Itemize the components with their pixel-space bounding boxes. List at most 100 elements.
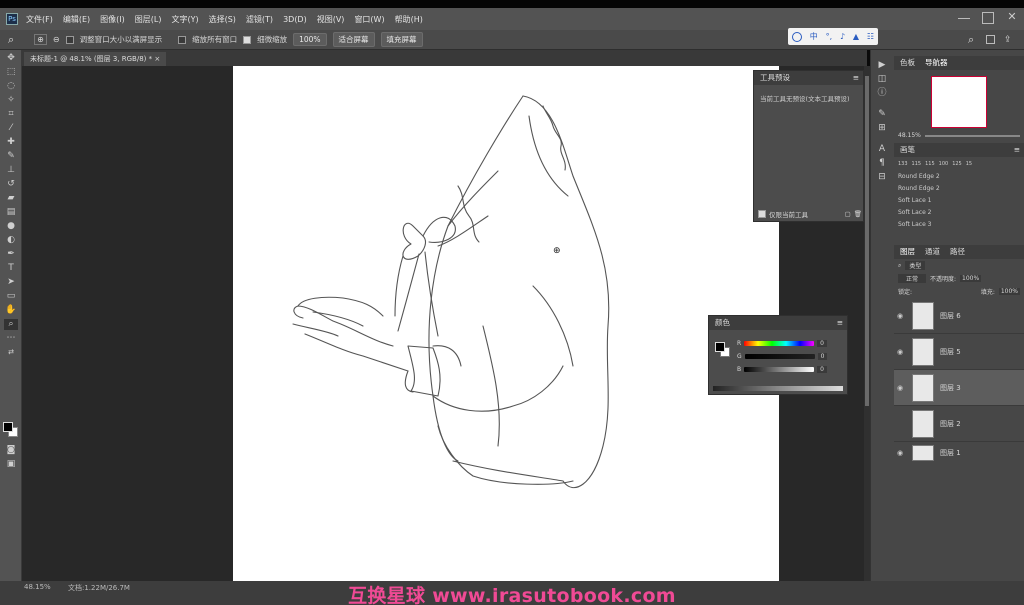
fill-screen-button[interactable]: 填充屏幕 bbox=[380, 32, 423, 47]
fg-color-swatch[interactable] bbox=[715, 342, 725, 352]
g-value[interactable]: 0 bbox=[817, 353, 828, 360]
brush-size-2[interactable]: 115 bbox=[912, 161, 922, 167]
ime-voice-icon[interactable]: ♪ bbox=[840, 32, 845, 41]
path-select-icon[interactable]: ➤ bbox=[4, 277, 18, 288]
menu-window[interactable]: 窗口(W) bbox=[354, 14, 384, 25]
zoom-100-button[interactable]: 100% bbox=[293, 33, 327, 46]
fill-value[interactable]: 100% bbox=[998, 288, 1020, 295]
more-tools-icon[interactable]: ⋯ bbox=[4, 333, 18, 344]
move-tool-icon[interactable]: ✥ bbox=[4, 53, 18, 64]
brush-size-1[interactable]: 133 bbox=[898, 161, 908, 167]
brush-size-4[interactable]: 100 bbox=[939, 161, 949, 167]
history-brush-icon[interactable]: ↺ bbox=[4, 179, 18, 190]
layer-name[interactable]: 图层 6 bbox=[940, 311, 961, 321]
tab-layers[interactable]: 图层 bbox=[900, 245, 915, 259]
menu-edit[interactable]: 编辑(E) bbox=[63, 14, 90, 25]
brush-item[interactable]: Soft Lace 1 bbox=[894, 195, 1024, 207]
glyphs-panel-icon[interactable]: ⊟ bbox=[875, 172, 889, 183]
layer-row[interactable]: ◉ 图层 1 bbox=[894, 442, 1024, 464]
brush-size-3[interactable]: 115 bbox=[925, 161, 935, 167]
gradient-tool-icon[interactable]: ▤ bbox=[4, 207, 18, 218]
ime-user-icon[interactable]: ▲ bbox=[853, 32, 859, 41]
menu-type[interactable]: 文字(Y) bbox=[171, 14, 198, 25]
layer-name[interactable]: 图层 1 bbox=[940, 448, 961, 458]
brush-item[interactable]: Soft Lace 3 bbox=[894, 219, 1024, 231]
resize-windows-checkbox[interactable] bbox=[65, 35, 74, 44]
navigator-zoom-slider[interactable] bbox=[924, 134, 1020, 137]
new-preset-icon[interactable]: ▢ bbox=[845, 210, 851, 218]
menu-select[interactable]: 选择(S) bbox=[209, 14, 236, 25]
character-panel-icon[interactable]: A bbox=[875, 144, 889, 155]
share-icon[interactable]: ⇪ bbox=[1004, 35, 1012, 45]
swap-colors-icon[interactable]: ⇄ bbox=[4, 347, 18, 358]
paragraph-panel-icon[interactable]: ¶ bbox=[875, 158, 889, 169]
workspace-icon[interactable] bbox=[986, 35, 995, 44]
menu-layer[interactable]: 图层(L) bbox=[135, 14, 162, 25]
crop-tool-icon[interactable]: ⌗ bbox=[4, 109, 18, 120]
r-value[interactable]: 0 bbox=[817, 340, 827, 347]
ime-punct-icon[interactable]: °, bbox=[826, 32, 833, 41]
tab-swatches[interactable]: 色板 bbox=[900, 56, 915, 70]
ime-toolbar[interactable]: 中 °, ♪ ▲ ☷ bbox=[788, 28, 878, 45]
delete-preset-icon[interactable]: 🗑 bbox=[854, 210, 862, 218]
tab-channels[interactable]: 通道 bbox=[925, 245, 940, 259]
menu-file[interactable]: 文件(F) bbox=[26, 14, 53, 25]
tab-navigator[interactable]: 导航器 bbox=[925, 56, 948, 70]
tab-paths[interactable]: 路径 bbox=[950, 245, 965, 259]
properties-panel-icon[interactable]: ◫ bbox=[875, 74, 889, 85]
navigator-zoom-value[interactable]: 48.15% bbox=[898, 132, 921, 139]
scrubby-zoom-checkbox[interactable] bbox=[243, 35, 252, 44]
blur-tool-icon[interactable]: ● bbox=[4, 221, 18, 232]
layer-row[interactable]: ◉ 图层 5 bbox=[894, 334, 1024, 370]
zoom-tool-icon[interactable]: ⌕ bbox=[8, 33, 14, 47]
close-icon[interactable]: ✕ bbox=[1006, 11, 1018, 24]
zoom-all-checkbox[interactable] bbox=[178, 35, 187, 44]
ime-chinese-icon[interactable]: 中 bbox=[810, 31, 818, 42]
menu-image[interactable]: 图像(I) bbox=[100, 14, 125, 25]
layer-name[interactable]: 图层 2 bbox=[940, 419, 961, 429]
current-tool-only-checkbox[interactable] bbox=[758, 210, 766, 218]
b-value[interactable]: 0 bbox=[817, 366, 827, 373]
magic-wand-icon[interactable]: ✧ bbox=[4, 95, 18, 106]
lasso-tool-icon[interactable]: ◌ bbox=[4, 81, 18, 92]
zoom-tool-icon[interactable]: ⌕ bbox=[4, 319, 18, 330]
pen-tool-icon[interactable]: ✒ bbox=[4, 249, 18, 260]
blue-slider[interactable] bbox=[744, 367, 815, 372]
minimize-icon[interactable] bbox=[958, 12, 970, 19]
brush-size-6[interactable]: 15 bbox=[966, 161, 972, 167]
green-slider[interactable] bbox=[744, 354, 815, 359]
color-panel-menu-icon[interactable]: ≡ bbox=[837, 316, 843, 330]
visibility-eye-icon[interactable]: ◉ bbox=[894, 312, 906, 320]
dodge-tool-icon[interactable]: ◐ bbox=[4, 235, 18, 246]
opacity-value[interactable]: 100% bbox=[960, 275, 982, 282]
color-ramp[interactable] bbox=[713, 386, 843, 391]
layer-row[interactable]: ◉ 图层 3 bbox=[894, 370, 1024, 406]
stamp-tool-icon[interactable]: ⊥ bbox=[4, 165, 18, 176]
brush-tool-icon[interactable]: ✎ bbox=[4, 151, 18, 162]
brush-settings-icon[interactable]: ✎ bbox=[875, 109, 889, 120]
search-icon[interactable]: ⌕ bbox=[968, 33, 974, 47]
quick-mask-icon[interactable]: ◙ bbox=[4, 445, 18, 456]
hand-tool-icon[interactable]: ✋ bbox=[4, 305, 18, 316]
marquee-tool-icon[interactable]: ⬚ bbox=[4, 67, 18, 78]
brush-item[interactable]: Soft Lace 2 bbox=[894, 207, 1024, 219]
brush-item[interactable]: Round Edge 2 bbox=[894, 171, 1024, 183]
layer-row[interactable]: 图层 2 bbox=[894, 406, 1024, 442]
zoom-in-icon[interactable]: ⊕ bbox=[34, 34, 47, 45]
menu-view[interactable]: 视图(V) bbox=[317, 14, 345, 25]
panel-menu-icon[interactable]: ≡ bbox=[853, 71, 859, 85]
restore-icon[interactable] bbox=[982, 12, 994, 24]
shape-tool-icon[interactable]: ▭ bbox=[4, 291, 18, 302]
layer-name[interactable]: 图层 3 bbox=[940, 383, 961, 393]
close-tab-icon[interactable]: × bbox=[154, 55, 160, 63]
layer-filter-select[interactable]: 类型 bbox=[905, 261, 926, 270]
ime-menu-icon[interactable]: ☷ bbox=[867, 32, 874, 41]
type-tool-icon[interactable]: T bbox=[4, 263, 18, 274]
brush-size-5[interactable]: 125 bbox=[952, 161, 962, 167]
menu-filter[interactable]: 滤镜(T) bbox=[246, 14, 273, 25]
eyedropper-icon[interactable]: ⁄ bbox=[4, 123, 18, 134]
menu-help[interactable]: 帮助(H) bbox=[395, 14, 423, 25]
brushes-menu-icon[interactable]: ≡ bbox=[1014, 143, 1020, 157]
eraser-tool-icon[interactable]: ▰ bbox=[4, 193, 18, 204]
clone-source-icon[interactable]: ⊞ bbox=[875, 123, 889, 134]
